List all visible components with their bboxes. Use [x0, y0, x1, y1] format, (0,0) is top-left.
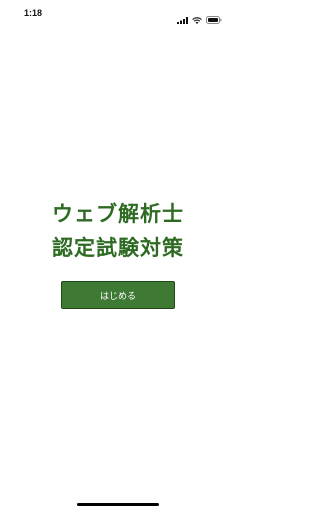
- status-icons: [177, 9, 222, 28]
- title-line-1: ウェブ解析士: [52, 202, 184, 226]
- home-indicator: [77, 503, 159, 506]
- signal-icon: [177, 9, 188, 28]
- start-button[interactable]: はじめる: [61, 281, 175, 309]
- wifi-icon: [192, 9, 202, 28]
- battery-icon: [206, 9, 222, 28]
- app-title: ウェブ解析士 認定試験対策: [0, 197, 236, 265]
- title-line-2: 認定試験対策: [52, 236, 184, 260]
- status-time: 1:18: [24, 8, 43, 18]
- status-bar: 1:18: [0, 0, 236, 26]
